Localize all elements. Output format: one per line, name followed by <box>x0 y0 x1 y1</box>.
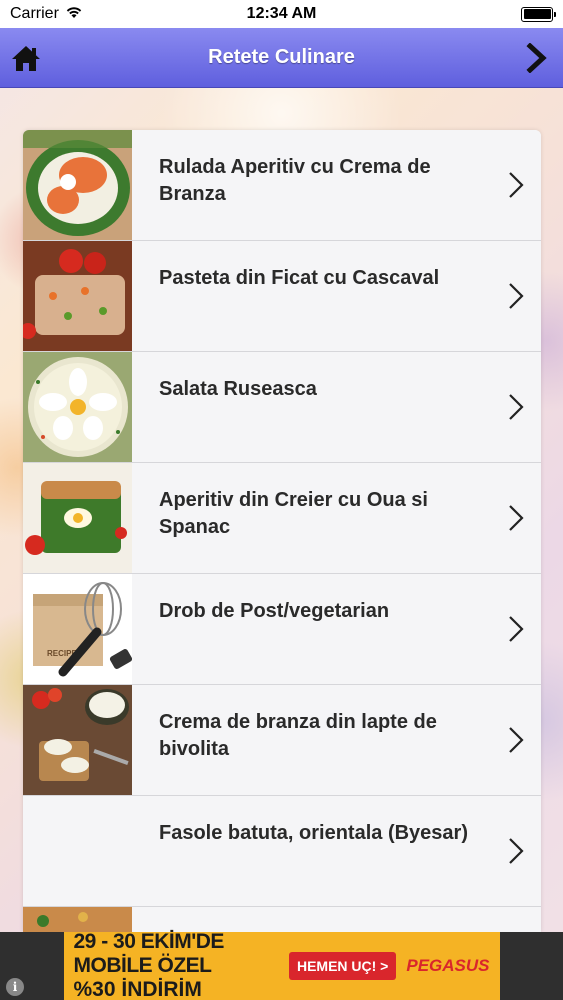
list-item-title <box>132 907 491 931</box>
chevron-right-icon <box>491 392 541 422</box>
crema-thumbnail <box>23 685 132 795</box>
list-item[interactable]: Pasteta din Ficat cu Cascaval <box>23 241 541 352</box>
wifi-icon <box>65 5 83 24</box>
clock: 12:34 AM <box>246 5 317 22</box>
chevron-right-icon <box>491 170 541 200</box>
list-item[interactable]: Salata Ruseasca <box>23 352 541 463</box>
list-item-title: Crema de branza din lapte de bivolita <box>159 711 437 760</box>
ad-banner[interactable]: 29 - 30 EKİM'DE MOBİLE ÖZEL %30 İNDİRİM … <box>63 930 500 1000</box>
page-title: Retete Culinare <box>208 46 355 68</box>
rulada-thumbnail <box>23 130 132 240</box>
list-item[interactable]: Rulada Aperitiv cu Crema de Branza <box>23 130 541 241</box>
empty-thumbnail <box>23 796 132 906</box>
chevron-right-icon <box>491 836 541 866</box>
ad-cta-button[interactable]: HEMEN UÇ! > <box>288 952 397 980</box>
carrier-label: Carrier <box>10 5 59 22</box>
chevron-right-icon <box>526 42 547 73</box>
ad-bar: 29 - 30 EKİM'DE MOBİLE ÖZEL %30 İNDİRİM … <box>0 930 563 1000</box>
chevron-right-icon <box>491 614 541 644</box>
list-item[interactable] <box>23 907 541 932</box>
home-icon <box>12 45 40 71</box>
partial-thumbnail <box>23 907 132 932</box>
chevron-right-icon <box>491 503 541 533</box>
salata-thumbnail <box>23 352 132 462</box>
ad-brand-logo: PEGASUS <box>406 956 490 975</box>
pasteta-thumbnail <box>23 241 132 351</box>
battery-icon <box>521 6 556 22</box>
ad-headline: 29 - 30 EKİM'DE MOBİLE ÖZEL <box>73 930 225 977</box>
list-item[interactable]: Crema de branza din lapte de bivolita <box>23 685 541 796</box>
ad-discount: %30 İNDİRİM <box>73 978 202 1000</box>
home-button[interactable] <box>0 28 52 88</box>
recipe-list: Rulada Aperitiv cu Crema de Branza Paste… <box>23 130 541 932</box>
status-bar: Carrier 12:34 AM <box>0 0 563 28</box>
list-item-title: Drob de Post/vegetarian <box>159 600 390 622</box>
list-item[interactable]: RECIPES Drob de Post/vegetarian <box>23 574 541 685</box>
info-icon[interactable]: i <box>6 978 24 996</box>
list-item-title: Aperitiv din Creier cu Oua si Spanac <box>159 489 428 538</box>
navigation-bar: Retete Culinare <box>0 28 563 88</box>
list-item[interactable]: Aperitiv din Creier cu Oua si Spanac <box>23 463 541 574</box>
aperitiv-thumbnail <box>23 463 132 573</box>
list-item-title: Fasole batuta, orientala (Byesar) <box>159 822 468 844</box>
list-item[interactable]: Fasole batuta, orientala (Byesar) <box>23 796 541 907</box>
list-item-title: Salata Ruseasca <box>159 378 317 400</box>
list-item-title: Rulada Aperitiv cu Crema de Branza <box>159 156 431 205</box>
chevron-right-icon <box>491 725 541 755</box>
chevron-right-icon <box>491 281 541 311</box>
forward-button[interactable] <box>511 28 563 88</box>
ad-text: 29 - 30 EKİM'DE MOBİLE ÖZEL %30 İNDİRİM <box>74 930 279 1000</box>
recipes-whisk-thumbnail: RECIPES <box>23 574 132 684</box>
list-item-title: Pasteta din Ficat cu Cascaval <box>159 267 440 289</box>
